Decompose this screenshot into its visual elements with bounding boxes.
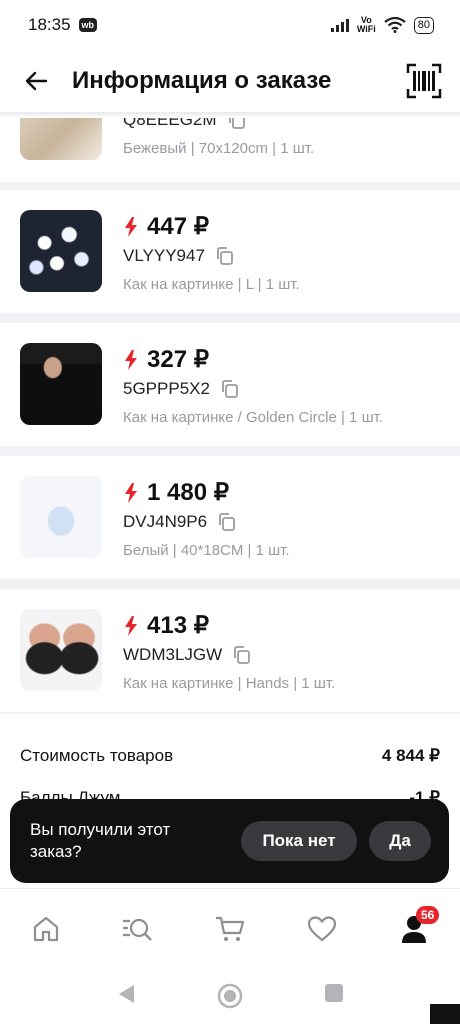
goods-cost-row: Стоимость товаров 4 844 ₽ [20,746,440,766]
vowifi-icon: Vo WiFi [356,15,376,34]
item-price: 413 ₽ [147,612,209,639]
wifi-icon [384,17,406,33]
profile-notification-badge: 56 [416,906,440,924]
item-variant: Бежевый | 70x120cm | 1 шт. [123,140,315,157]
nav-recents-icon[interactable] [324,983,344,1003]
product-image-lights [20,210,102,292]
goods-cost-label: Стоимость товаров [20,746,174,765]
product-image-figurine [20,476,102,558]
price-row: 447 ₽ [123,212,209,241]
battery-icon: 80 [413,16,434,34]
copy-icon[interactable] [220,379,240,399]
order-item[interactable]: 447 ₽ VLYYY947 Как на картинке | L | 1 ш… [0,190,460,313]
item-variant: Как на картинке / Golden Circle | 1 шт. [123,409,383,426]
tab-cart[interactable] [212,911,248,947]
order-content[interactable]: Q8EEEG2M Бежевый | 70x120cm | 1 шт. 447 … [0,112,460,888]
bolt-icon [125,482,137,503]
item-variant: Как на картинке | Hands | 1 шт. [123,675,336,692]
corner-marker [430,1004,460,1024]
status-bar: 18:35 wb Vo WiFi 80 [0,0,460,50]
page-title: Информация о заказе [72,67,332,94]
tab-catalog[interactable] [119,911,155,947]
home-icon [33,916,59,942]
copy-icon[interactable] [217,512,237,532]
back-arrow-icon [25,71,48,91]
sku-text: 5GPPP5X2 [123,379,210,398]
app-header: Информация о заказе [0,50,460,112]
back-button[interactable] [18,63,54,99]
order-item[interactable]: 413 ₽ WDM3LJGW Как на картинке | Hands |… [0,589,460,712]
tab-home[interactable] [28,911,64,947]
sku-row: WDM3LJGW [123,645,252,665]
order-received-prompt: Вы получили этот заказ? Пока нет Да [10,799,449,883]
barcode-scan-icon [406,63,442,99]
item-price: 1 480 ₽ [147,479,229,506]
item-price: 447 ₽ [147,213,209,240]
bolt-icon [125,615,137,636]
nav-home-icon[interactable] [217,983,243,1009]
bolt-icon [125,216,137,237]
product-image-gloves [20,609,102,691]
product-image-necklace [20,343,102,425]
item-variant: Белый | 40*18CM | 1 шт. [123,542,290,559]
header-shadow [0,112,460,118]
sku-text: VLYYY947 [123,246,205,265]
catalog-search-icon [123,918,152,941]
not-yet-button[interactable]: Пока нет [241,821,357,861]
cart-icon [216,916,245,941]
wb-app-badge: wb [78,18,98,32]
goods-cost-value: 4 844 ₽ [381,746,440,765]
item-price: 327 ₽ [147,346,209,373]
barcode-scan-button[interactable] [406,63,442,99]
price-row: 1 480 ₽ [123,478,229,507]
tab-favorites[interactable] [304,911,340,947]
yes-button[interactable]: Да [369,821,431,861]
sku-row: DVJ4N9P6 [123,512,237,532]
sku-text: WDM3LJGW [123,645,223,664]
product-image-rug [20,112,102,160]
copy-icon[interactable] [232,645,252,665]
order-item[interactable]: 327 ₽ 5GPPP5X2 Как на картинке / Golden … [0,323,460,446]
prompt-text: Вы получили этот заказ? [30,820,171,861]
nav-back-icon[interactable] [116,983,136,1005]
order-item[interactable]: 1 480 ₽ DVJ4N9P6 Белый | 40*18CM | 1 шт. [0,456,460,579]
system-nav-bar [0,972,460,1024]
signal-icon [330,18,349,32]
sku-row: 5GPPP5X2 [123,379,240,399]
sku-row: VLYYY947 [123,246,235,266]
item-variant: Как на картинке | L | 1 шт. [123,276,300,293]
status-time: 18:35 [28,15,71,34]
price-row: 413 ₽ [123,611,209,640]
bottom-tab-bar: 56 [0,888,460,973]
heart-icon [307,916,337,942]
sku-text: DVJ4N9P6 [123,512,208,531]
copy-icon[interactable] [215,246,235,266]
bolt-icon [125,349,137,370]
order-item[interactable]: Q8EEEG2M Бежевый | 70x120cm | 1 шт. [0,112,460,182]
price-row: 327 ₽ [123,345,209,374]
